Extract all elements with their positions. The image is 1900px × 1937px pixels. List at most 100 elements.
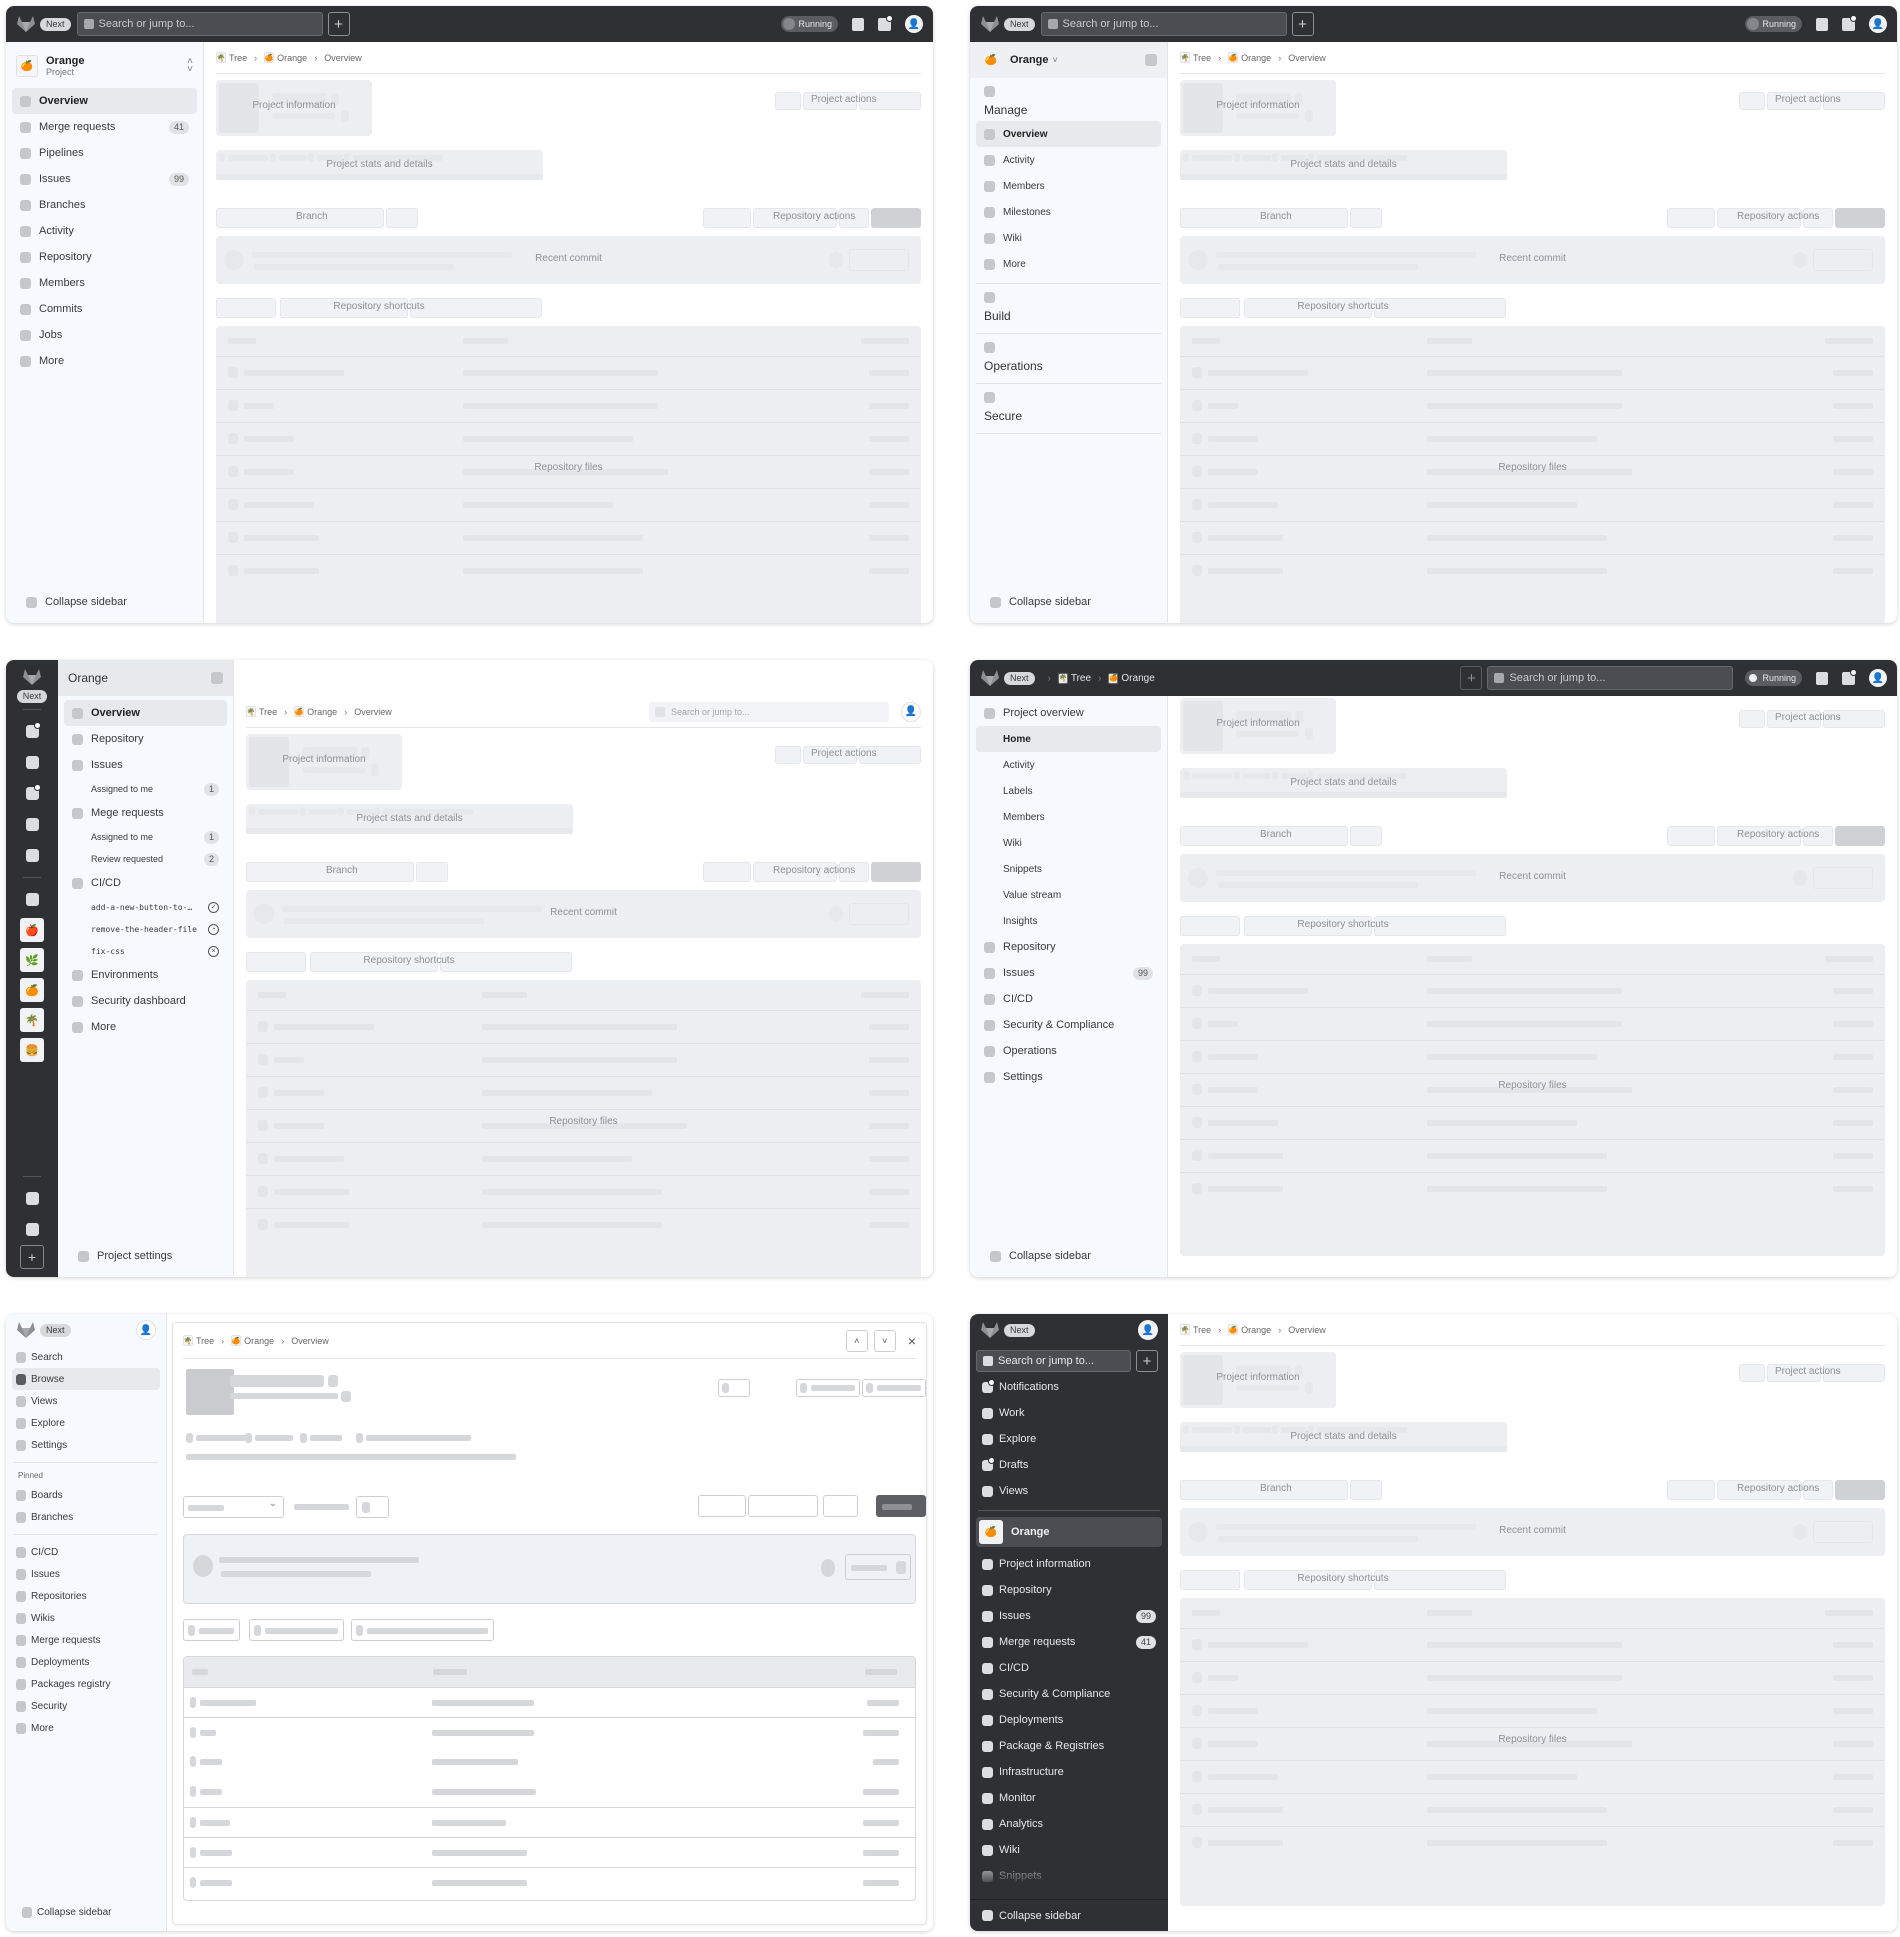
sidebar-item-commits[interactable]: Commits [12,296,197,322]
gitlab-logo-icon[interactable] [980,1321,1000,1339]
notifications-icon[interactable] [25,722,41,738]
sidebar-item-security-compliance[interactable]: Security & Compliance [976,1681,1162,1707]
todo-icon[interactable] [1816,671,1828,685]
sidebar-item-jobs[interactable]: Jobs [12,322,197,348]
notifications-icon[interactable] [1842,668,1857,685]
sidebar-item-wikis[interactable]: Wikis [12,1607,160,1629]
crumb-tree[interactable]: Tree [1071,673,1091,684]
user-avatar[interactable]: 👤 [901,701,921,722]
sidebar-item-add-a-new-button-to[interactable]: add-a-new-button-to-… ✓ [64,896,227,918]
sidebar-item-search[interactable]: Search [12,1346,160,1368]
section-title[interactable]: Manage [980,103,1157,117]
todo-icon[interactable] [852,17,864,31]
sidebar-item-operations[interactable]: Operations [976,1038,1161,1064]
sidebar-item-more[interactable]: More [64,1014,227,1040]
sidebar-item-deployments[interactable]: Deployments [12,1651,160,1673]
sidebar-item-package-registries[interactable]: Package & Registries [976,1733,1162,1759]
sidebar-item-repository[interactable]: Repository [64,726,227,752]
crumb-tree[interactable]: Tree [1193,1325,1211,1335]
orange-icon[interactable]: 🍊 [20,978,44,1002]
sidebar-item-analytics[interactable]: Analytics [976,1811,1162,1837]
sidebar-item-packages-registry[interactable]: Packages registry [12,1673,160,1695]
user-avatar[interactable]: 👤 [136,1320,156,1340]
sidebar-item-repositories[interactable]: Repositories [12,1585,160,1607]
sidebar-item-branches[interactable]: Branches [12,192,197,218]
apple-icon[interactable]: 🍎 [20,918,44,942]
palm-tree-icon[interactable]: 🌴 [20,1008,44,1032]
sidebar-toggle-icon[interactable] [211,672,223,684]
sidebar-item-settings[interactable]: Settings [12,1434,160,1456]
sidebar-item-activity[interactable]: Activity [976,752,1161,778]
sidebar-item-environments[interactable]: Environments [64,962,227,988]
crumb-orange[interactable]: Orange [307,707,337,717]
sidebar-item-activity[interactable]: Activity [12,218,197,244]
drafts-icon[interactable] [25,784,41,800]
sidebar-item-boards[interactable]: Boards [12,1484,160,1506]
sidebar-item-members[interactable]: Members [976,804,1161,830]
plant-icon[interactable]: 🌿 [20,948,44,972]
sidebar-item-milestones[interactable]: Milestones [976,199,1161,225]
sidebar-item-explore[interactable]: Explore [12,1412,160,1434]
sidebar-item-remove-the-header-file[interactable]: remove-the-header-file ◔ [64,918,227,940]
close-icon[interactable]: × [908,1333,916,1349]
create-new-button[interactable]: + [1136,1350,1158,1372]
sidebar-item-activity[interactable]: Activity [976,147,1161,173]
gitlab-logo-icon[interactable] [980,669,1000,687]
crumb-tree[interactable]: Tree [196,1336,214,1346]
sidebar-item-merge-requests[interactable]: Merge requests [12,1629,160,1651]
running-status[interactable]: Running [1745,670,1802,686]
section-title[interactable]: Build [980,309,1157,323]
collapse-sidebar-button[interactable]: Collapse sidebar [976,1903,1162,1929]
collapse-sidebar-button[interactable]: Collapse sidebar [18,1901,116,1923]
sidebar-item-merge-requests[interactable]: Merge requests 41 [976,1629,1162,1655]
crumb-orange[interactable]: Orange [1121,673,1154,684]
sidebar-item-issues[interactable]: Issues 99 [976,960,1161,986]
sidebar-item-explore[interactable]: Explore [976,1426,1162,1452]
sidebar-item-overview[interactable]: Overview [64,700,227,726]
project-header[interactable]: Orange [58,660,233,696]
project-switcher[interactable]: 🍊 Orange ˅ [970,42,1167,78]
crumb-orange[interactable]: Orange [244,1336,274,1346]
burger-icon[interactable]: 🍔 [20,1038,44,1062]
crumb-tree[interactable]: Tree [1193,53,1211,63]
sidebar-item-members[interactable]: Members [976,173,1161,199]
sidebar-item-issues[interactable]: Issues 99 [976,1603,1162,1629]
user-avatar[interactable]: 👤 [1869,15,1887,33]
sidebar-item-branches[interactable]: Branches [12,1506,160,1528]
sidebar-item-ci-cd[interactable]: CI/CD [12,1541,160,1563]
gitlab-logo-icon[interactable] [22,668,42,686]
notifications-icon[interactable] [1842,14,1857,31]
sidebar-item-overview[interactable]: Overview [976,121,1161,147]
sidebar-item-review-requested[interactable]: Review requested 2 [64,848,227,870]
sidebar-item-snippets[interactable]: Snippets [976,1863,1162,1887]
sidebar-item-views[interactable]: Views [976,1478,1162,1504]
sidebar-item-overview[interactable]: Overview [12,88,197,114]
sidebar-item-monitor[interactable]: Monitor [976,1785,1162,1811]
project-header[interactable]: 🍊 Orange [976,1517,1162,1547]
sidebar-item-wiki[interactable]: Wiki [976,830,1161,856]
sidebar-item-more[interactable]: More [976,251,1161,277]
sidebar-item-repository[interactable]: Repository [976,1577,1162,1603]
sidebar-item-ci-cd[interactable]: CI/CD [976,1655,1162,1681]
gitlab-logo-icon[interactable] [16,1321,36,1339]
sidebar-item-views[interactable]: Views [12,1390,160,1412]
project-switcher[interactable]: 🍊 Orange Project ˄ ˅ [12,48,197,84]
create-new-button[interactable]: + [1460,666,1483,690]
sidebar-item-wiki[interactable]: Wiki [976,1837,1162,1863]
sidebar-item-more[interactable]: More [12,1717,160,1739]
sidebar-item-work[interactable]: Work [976,1400,1162,1426]
add-project-button[interactable]: + [20,1245,44,1269]
sidebar-item-deployments[interactable]: Deployments [976,1707,1162,1733]
sidebar-item-notifications[interactable]: Notifications [976,1374,1162,1400]
todo-icon[interactable] [25,756,39,769]
crumb-tree[interactable]: Tree [229,53,247,63]
crumb-orange[interactable]: Orange [1241,1325,1271,1335]
crumb-tree[interactable]: Tree [259,707,277,717]
search-input[interactable]: Search or jump to... [1487,666,1734,690]
next-button[interactable]: ˅ [873,1329,896,1352]
gitlab-logo-icon[interactable] [16,15,36,33]
section-title[interactable]: Secure [980,409,1157,423]
sidebar-item-infrastructure[interactable]: Infrastructure [976,1759,1162,1785]
sidebar-item-insights[interactable]: Insights [976,908,1161,934]
sidebar-item-ci-cd[interactable]: CI/CD [64,870,227,896]
